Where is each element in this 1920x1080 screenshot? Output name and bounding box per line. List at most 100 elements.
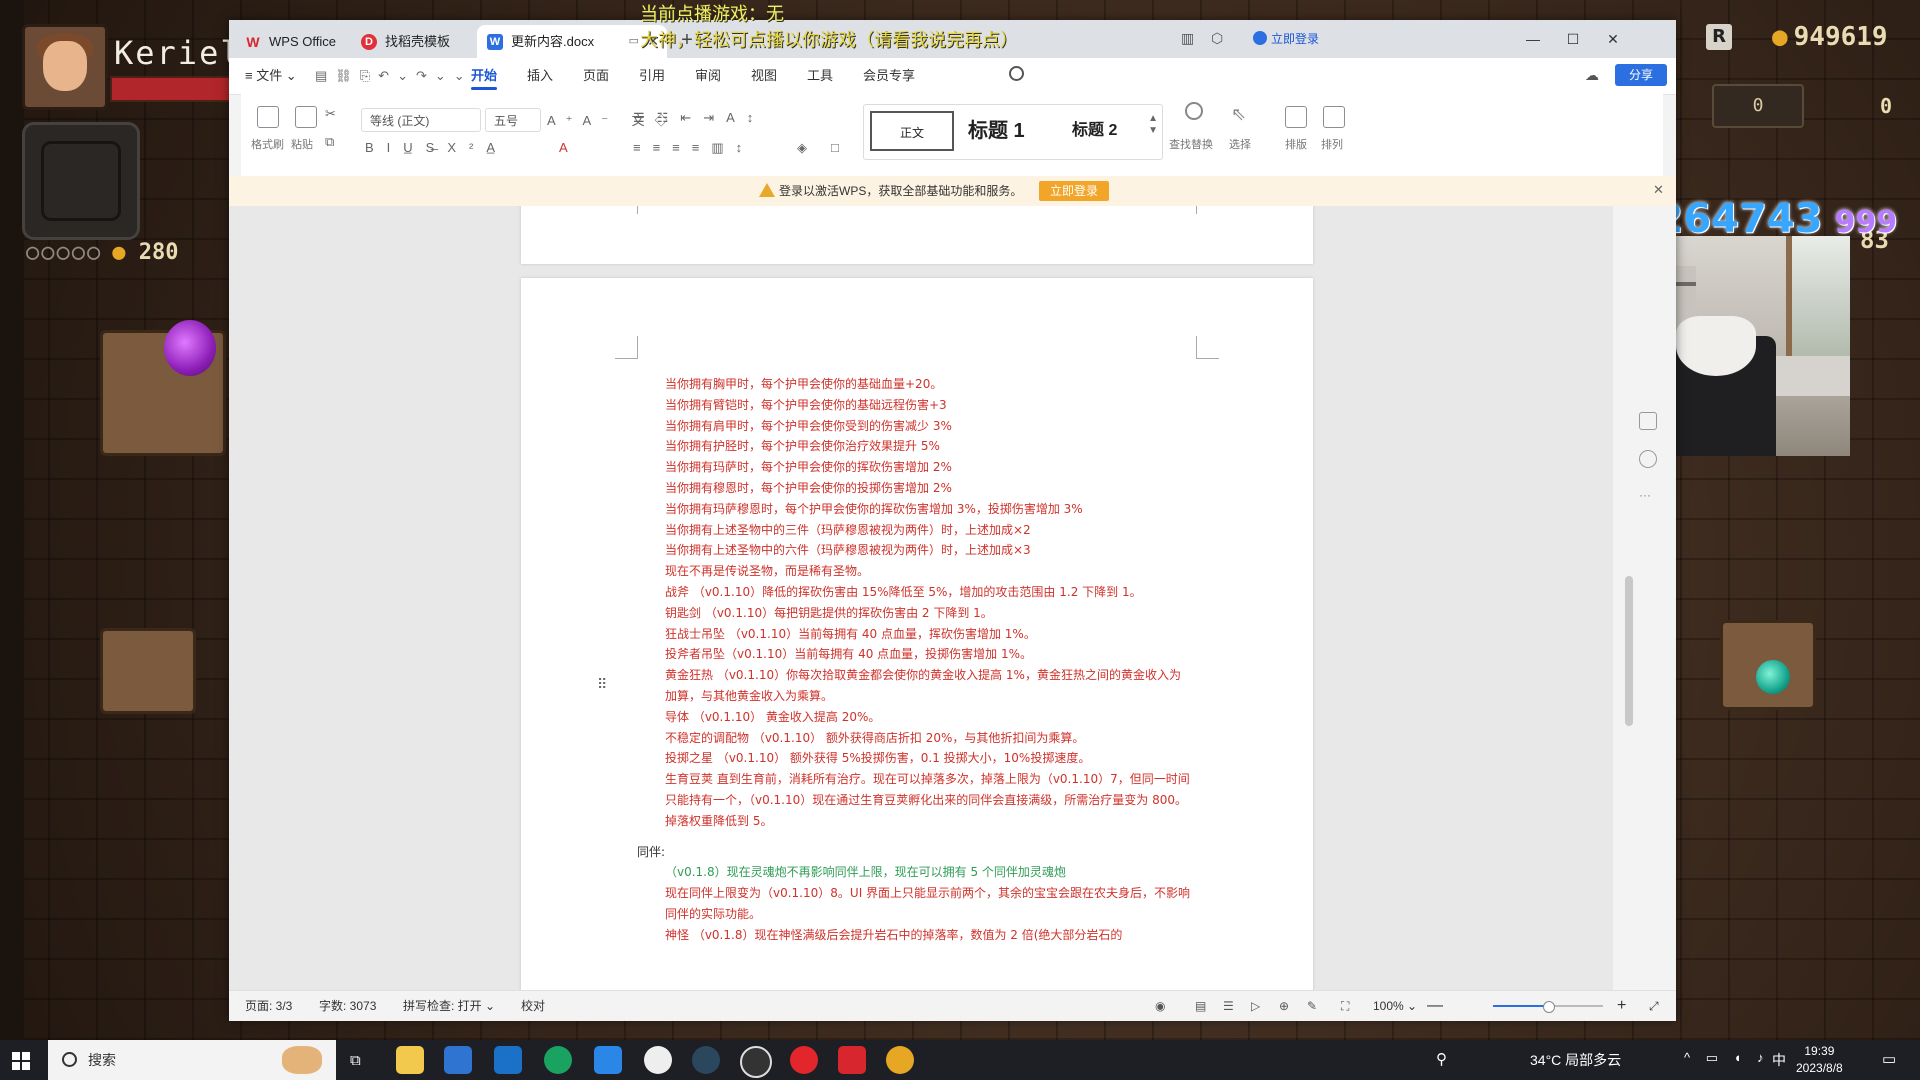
- paste-icon[interactable]: [295, 106, 317, 128]
- file-explorer-icon[interactable]: [396, 1046, 424, 1074]
- cube-icon[interactable]: ⬡: [1211, 30, 1223, 47]
- people-icon[interactable]: ⚲: [1436, 1050, 1447, 1068]
- close-window-button[interactable]: ✕: [1593, 20, 1633, 58]
- more-icon[interactable]: ···: [1639, 488, 1651, 502]
- scrollbar-thumb[interactable]: [1625, 576, 1633, 726]
- border-icon[interactable]: □: [831, 140, 839, 155]
- netease-music-icon[interactable]: [790, 1046, 818, 1074]
- align-icons[interactable]: ≡≡≡≡▥↕: [633, 140, 754, 156]
- menu-member[interactable]: 会员专享: [863, 58, 915, 94]
- menu-home[interactable]: 开始: [471, 58, 498, 94]
- document-area[interactable]: 当你拥有胸甲时，每个护甲会使你的基础血量+20。 当你拥有臂铠时，每个护甲会使你的…: [229, 206, 1649, 990]
- menu-reference[interactable]: 引用: [639, 58, 665, 94]
- document-line: 当你拥有穆恩时，每个护甲会使你的投掷伤害增加 2%: [665, 480, 952, 495]
- document-line: 当你拥有玛萨时，每个护甲会使你的挥砍伤害增加 2%: [665, 460, 952, 475]
- game-taskbar-icon[interactable]: [886, 1046, 914, 1074]
- obs-app-icon[interactable]: [644, 1046, 672, 1074]
- arrange-label: 排列: [1321, 139, 1343, 151]
- share-button[interactable]: 分享: [1615, 64, 1667, 86]
- wps-taskbar-icon[interactable]: [838, 1046, 866, 1074]
- format-painter-icon[interactable]: [257, 106, 279, 128]
- style-gallery-scroll[interactable]: ▲ ▼: [1148, 113, 1158, 137]
- notice-login-button[interactable]: 立即登录: [1039, 181, 1109, 201]
- outline-icon[interactable]: ☰: [1223, 991, 1234, 1021]
- cut-icon[interactable]: ✂: [325, 106, 336, 122]
- pen-icon[interactable]: ✎: [1307, 991, 1317, 1021]
- menu-insert[interactable]: 插入: [527, 58, 553, 94]
- layout-icon[interactable]: ▥: [1181, 30, 1194, 47]
- shading-icon[interactable]: ◈: [797, 140, 807, 156]
- windows-start-icon[interactable]: [12, 1052, 30, 1070]
- notification-icon[interactable]: ▭: [1882, 1050, 1896, 1068]
- document-line: 现在同伴上限变为（v0.1.10）8。UI 界面上只能显示前两个，其余的宝宝会跟…: [665, 886, 1191, 921]
- menu-page[interactable]: 页面: [583, 58, 609, 94]
- spell-check[interactable]: 拼写检查: 打开 ⌄: [403, 991, 495, 1021]
- taskbar-search[interactable]: 搜索: [48, 1040, 336, 1080]
- word-count[interactable]: 字数: 3073: [319, 991, 376, 1021]
- document-body[interactable]: 当你拥有胸甲时，每个护甲会使你的基础血量+20。 当你拥有臂铠时，每个护甲会使你的…: [637, 374, 1191, 946]
- tab-template[interactable]: D 找稻壳模板: [351, 25, 471, 58]
- monitor-icon[interactable]: ▭: [629, 25, 639, 58]
- style-heading-2[interactable]: 标题 2: [1072, 111, 1117, 151]
- document-line: 当你拥有肩甲时，每个护甲会使你受到的伤害减少 3%: [665, 418, 952, 433]
- tray-icons[interactable]: ^ ▭ ◖ ♪: [1684, 1050, 1770, 1066]
- proofread[interactable]: 校对: [521, 991, 545, 1021]
- play-icon[interactable]: ▷: [1251, 991, 1260, 1021]
- menu-view[interactable]: 视图: [751, 58, 777, 94]
- arrange-icon[interactable]: [1323, 106, 1345, 128]
- obs-icon[interactable]: [740, 1046, 772, 1078]
- weather-widget[interactable]: 34°C 局部多云: [1530, 1040, 1621, 1080]
- list-format-icons[interactable]: ☰☷⇤⇥A↕: [633, 110, 765, 126]
- clock[interactable]: 19:39 2023/8/8: [1796, 1043, 1843, 1077]
- fit-icon[interactable]: ⛶: [1341, 991, 1349, 1021]
- side-panel-icon[interactable]: [1639, 412, 1657, 430]
- mail-icon[interactable]: [494, 1046, 522, 1074]
- copy-icon[interactable]: ⧉: [325, 134, 334, 150]
- search-icon: [62, 1052, 77, 1067]
- zoom-slider-knob[interactable]: [1543, 1001, 1555, 1013]
- tab-wps-office[interactable]: W WPS Office: [235, 25, 345, 58]
- web-view-icon[interactable]: ⊕: [1279, 991, 1289, 1021]
- eye-icon[interactable]: ◉: [1155, 991, 1165, 1021]
- help-icon[interactable]: [1639, 450, 1657, 468]
- zoom-slider[interactable]: [1493, 1001, 1603, 1013]
- zoom-level[interactable]: 100% ⌄: [1373, 991, 1417, 1021]
- page-view-icon[interactable]: ▤: [1195, 991, 1206, 1021]
- feishu-icon[interactable]: [594, 1046, 622, 1074]
- menu-file[interactable]: ≡ 文件 ⌄: [245, 58, 297, 94]
- font-color-icon[interactable]: A: [559, 140, 568, 155]
- menu-tools[interactable]: 工具: [807, 58, 833, 94]
- font-size-select[interactable]: 五号: [485, 108, 541, 132]
- search-icon[interactable]: [1009, 66, 1024, 81]
- login-button[interactable]: 立即登录: [1253, 30, 1319, 47]
- drag-handle-icon[interactable]: ⠿: [597, 676, 607, 693]
- style-heading-1[interactable]: 标题 1: [968, 111, 1025, 151]
- close-notice-icon[interactable]: ✕: [1653, 182, 1664, 198]
- font-name-value: 等线 (正文): [370, 114, 430, 128]
- task-view-icon[interactable]: ⧉: [350, 1052, 361, 1069]
- steam-icon[interactable]: [692, 1046, 720, 1074]
- text-format-icons[interactable]: BIU̲S̶X²A̲: [365, 140, 508, 155]
- edge-browser-icon[interactable]: [544, 1046, 572, 1074]
- store-icon[interactable]: [444, 1046, 472, 1074]
- font-name-select[interactable]: 等线 (正文): [361, 108, 481, 132]
- page-indicator[interactable]: 页面: 3/3: [245, 991, 292, 1021]
- layout-icon[interactable]: [1285, 106, 1307, 128]
- document-line: 不稳定的调配物 （v0.1.10） 额外获得商店折扣 20%，与其他折扣间为乘算…: [665, 730, 1085, 745]
- minimize-button[interactable]: —: [1513, 20, 1553, 58]
- current-page[interactable]: 当你拥有胸甲时，每个护甲会使你的基础血量+20。 当你拥有臂铠时，每个护甲会使你的…: [521, 278, 1313, 990]
- style-normal[interactable]: 正文: [870, 111, 954, 151]
- cloud-icon[interactable]: ☁: [1585, 67, 1599, 84]
- zoom-out-button[interactable]: —: [1427, 991, 1443, 1021]
- select-cursor-icon[interactable]: ⇖: [1231, 104, 1246, 125]
- fullscreen-icon[interactable]: ⤢: [1649, 991, 1659, 1021]
- vertical-scrollbar[interactable]: [1613, 206, 1649, 990]
- tab-document[interactable]: W 更新内容.docx ▭ ✕: [477, 25, 667, 58]
- input-language[interactable]: 中: [1772, 1040, 1786, 1080]
- zoom-in-button[interactable]: +: [1617, 991, 1626, 1021]
- find-replace-icon[interactable]: [1185, 102, 1203, 120]
- maximize-button[interactable]: ☐: [1553, 20, 1593, 58]
- quick-access-icons[interactable]: ▤⛓⎘↶⌄↷⌄⌄: [315, 68, 473, 84]
- menu-review[interactable]: 审阅: [695, 58, 721, 94]
- document-line: 投掷之星 （v0.1.10） 额外获得 5%投掷伤害，0.1 投掷大小，10%投…: [665, 751, 1091, 766]
